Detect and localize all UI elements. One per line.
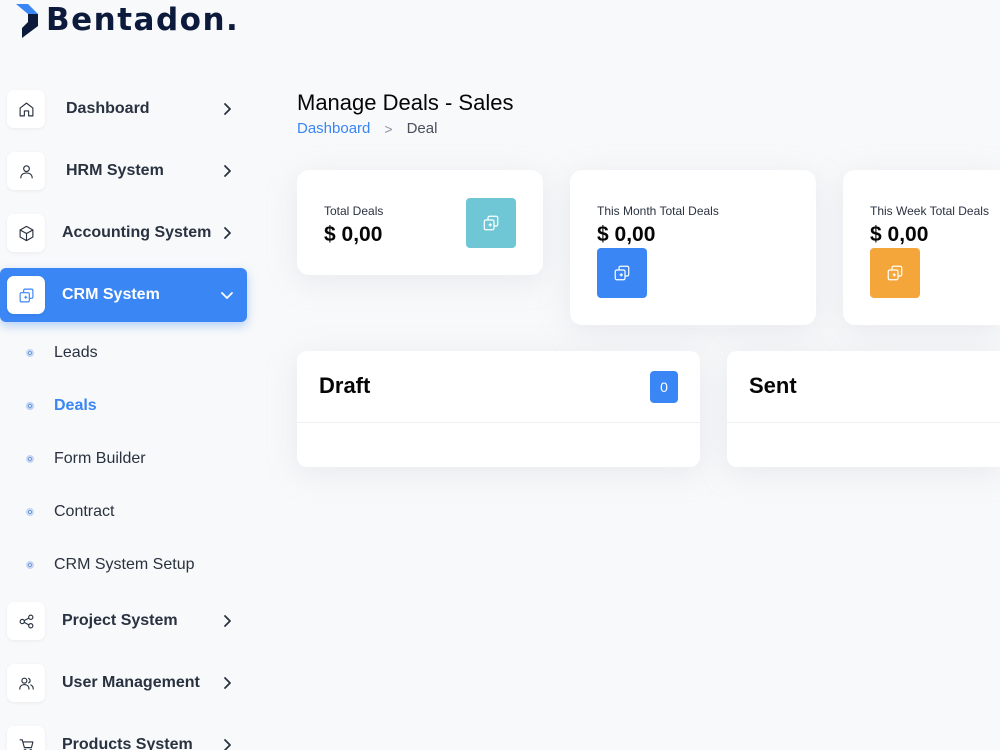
users-icon xyxy=(7,664,45,702)
sidebar-item-label: Project System xyxy=(62,612,178,629)
layers-icon xyxy=(870,248,920,298)
cart-icon xyxy=(7,726,45,750)
stage-count-badge: 0 xyxy=(650,371,678,403)
sidebar-item-label: CRM System xyxy=(62,286,160,303)
sidebar-item-project-system[interactable]: Project System xyxy=(0,594,247,648)
stat-card-week-deals: This Week Total Deals $ 0,00 xyxy=(843,170,1000,325)
chevron-right-icon xyxy=(220,676,234,690)
chevron-right-icon xyxy=(220,102,234,116)
sidebar-item-label: Accounting System xyxy=(62,224,212,241)
sidebar-item-label: User Management xyxy=(62,674,200,691)
stage-name: Draft xyxy=(319,373,371,398)
stat-card-month-deals: This Month Total Deals $ 0,00 xyxy=(570,170,816,325)
sub-item-crm-system-setup[interactable]: CRM System Setup xyxy=(26,554,194,576)
bullet-icon xyxy=(26,561,34,569)
share-icon xyxy=(7,602,45,640)
sidebar-item-label: Products System xyxy=(62,736,193,750)
user-icon xyxy=(7,152,45,190)
sub-item-label: CRM System Setup xyxy=(54,556,195,573)
sub-item-leads[interactable]: Leads xyxy=(26,342,98,364)
bullet-icon xyxy=(26,508,34,516)
stage-column-sent: Sent xyxy=(727,351,1000,467)
bullet-icon xyxy=(26,349,34,357)
breadcrumb-dashboard-link[interactable]: Dashboard xyxy=(297,120,370,137)
chevron-down-icon xyxy=(220,288,234,302)
stat-card-total-deals: Total Deals $ 0,00 xyxy=(297,170,543,275)
stage-name: Sent xyxy=(749,373,797,398)
layers-icon xyxy=(466,198,516,248)
sidebar-item-crm-system[interactable]: CRM System xyxy=(0,268,247,322)
bullet-icon xyxy=(26,402,34,410)
chevron-right-icon xyxy=(220,164,234,178)
stat-value: $ 0,00 xyxy=(324,223,383,246)
sub-item-contract[interactable]: Contract xyxy=(26,501,114,523)
sidebar-item-hrm-system[interactable]: HRM System xyxy=(0,144,247,198)
stat-value: $ 0,00 xyxy=(597,223,656,246)
sidebar-item-user-management[interactable]: User Management xyxy=(0,656,247,710)
sidebar-item-products-system[interactable]: Products System xyxy=(0,718,247,750)
page-title: Manage Deals - Sales xyxy=(297,90,514,115)
chevron-right-icon xyxy=(220,738,234,750)
sidebar: Dashboard HRM System Accounting System C… xyxy=(0,0,260,750)
chevron-right-icon xyxy=(220,614,234,628)
sub-item-label: Contract xyxy=(54,503,115,520)
breadcrumb-separator: > xyxy=(384,120,393,137)
sidebar-item-label: HRM System xyxy=(66,162,164,179)
bullet-icon xyxy=(26,455,34,463)
sub-item-label: Deals xyxy=(54,397,97,414)
breadcrumb-current: Deal xyxy=(406,120,438,137)
sub-item-deals[interactable]: Deals xyxy=(26,395,97,417)
sidebar-item-accounting-system[interactable]: Accounting System xyxy=(0,206,247,260)
stat-title: This Week Total Deals xyxy=(870,204,989,218)
stat-value: $ 0,00 xyxy=(870,223,929,246)
home-icon xyxy=(7,90,45,128)
stage-column-draft: Draft 0 xyxy=(297,351,700,467)
chevron-right-icon xyxy=(220,226,234,240)
layers-icon xyxy=(7,276,45,314)
stat-title: This Month Total Deals xyxy=(597,204,719,218)
stage-header: Draft 0 xyxy=(297,351,700,423)
sub-item-label: Leads xyxy=(54,344,98,361)
stage-header: Sent xyxy=(727,351,1000,423)
sub-item-form-builder[interactable]: Form Builder xyxy=(26,448,146,470)
sidebar-item-label: Dashboard xyxy=(66,100,150,117)
sub-item-label: Form Builder xyxy=(54,450,146,467)
stat-title: Total Deals xyxy=(324,204,384,218)
layers-icon xyxy=(597,248,647,298)
sidebar-item-dashboard[interactable]: Dashboard xyxy=(0,82,247,136)
box-icon xyxy=(7,214,45,252)
breadcrumb: Dashboard > Deal xyxy=(297,120,437,137)
